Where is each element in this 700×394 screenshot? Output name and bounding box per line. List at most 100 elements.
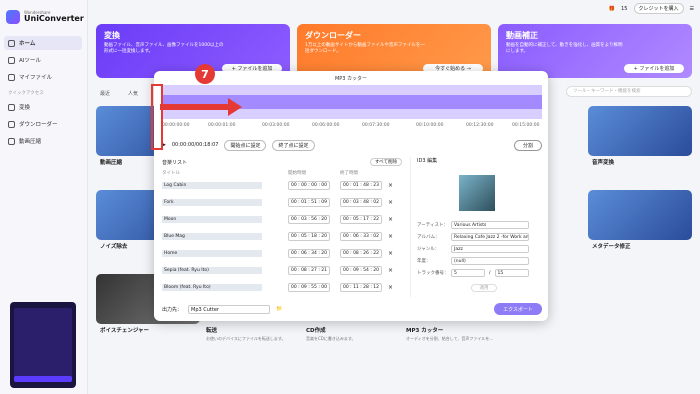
set-start-button[interactable]: 開始点に設定 bbox=[224, 139, 267, 151]
remove-icon[interactable]: × bbox=[388, 267, 393, 274]
album-cover[interactable] bbox=[459, 175, 495, 211]
start-time-input[interactable]: 00 : 05 : 18 : 20 bbox=[288, 232, 330, 241]
set-end-button[interactable]: 終了点に設定 bbox=[272, 139, 315, 151]
sidebar-item-label: AIツール bbox=[19, 58, 41, 64]
track-name: Blue Mag bbox=[162, 233, 262, 240]
card-title: 変換 bbox=[104, 31, 120, 40]
track-name: Fork bbox=[162, 199, 262, 206]
tile-metadata[interactable] bbox=[588, 190, 692, 240]
folder-icon[interactable]: 📁 bbox=[276, 306, 282, 312]
genre-select[interactable]: Jazz bbox=[451, 245, 529, 253]
gift-icon[interactable]: 🎁 bbox=[609, 6, 615, 12]
search-input[interactable]: ツール・キーワード・機能を検索 bbox=[566, 86, 692, 97]
tick-label: 00:07:30:00 bbox=[362, 123, 390, 128]
logo-icon bbox=[6, 10, 20, 24]
end-time-input[interactable]: 00 : 03 : 48 : 02 bbox=[340, 198, 382, 207]
start-time-input[interactable]: 00 : 00 : 00 : 00 bbox=[288, 181, 330, 190]
ai-icon bbox=[8, 56, 15, 64]
sidebar-item-label: ホーム bbox=[19, 41, 36, 47]
start-time-input[interactable]: 00 : 08 : 27 : 21 bbox=[288, 266, 330, 275]
tick-label: 00:00:00:00 bbox=[162, 123, 190, 128]
tutorial-arrowhead bbox=[228, 98, 242, 116]
buy-credits-button[interactable]: クレジットを購入 bbox=[633, 3, 684, 14]
track-name: Log Cabin bbox=[162, 182, 262, 189]
remove-icon[interactable]: × bbox=[388, 250, 393, 257]
download-icon bbox=[8, 120, 15, 128]
table-row[interactable]: Blue Mag 00 : 05 : 18 : 20 00 : 06 : 33 : … bbox=[162, 228, 402, 245]
promo-banner[interactable] bbox=[10, 302, 76, 388]
sidebar-item-my-files[interactable]: マイファイル bbox=[4, 70, 82, 84]
track-name: Moon bbox=[162, 216, 262, 223]
table-row[interactable]: Moon 00 : 03 : 56 : 20 00 : 05 : 17 : 22 × bbox=[162, 211, 402, 228]
tile-label: ボイスチェンジャー bbox=[100, 328, 150, 334]
end-time-input[interactable]: 00 : 11 : 28 : 12 bbox=[340, 283, 382, 292]
sidebar-item-label: マイファイル bbox=[19, 75, 53, 81]
end-time-input[interactable]: 00 : 09 : 54 : 20 bbox=[340, 266, 382, 275]
table-row[interactable]: Sepia (feat. Ryu Ito) 00 : 08 : 27 : 21 00… bbox=[162, 262, 402, 279]
remove-icon[interactable]: × bbox=[388, 199, 393, 206]
output-label: 出力先： bbox=[162, 306, 183, 313]
clear-all-button[interactable]: すべて削除 bbox=[369, 158, 402, 166]
table-row[interactable]: Fork 00 : 01 : 51 : 09 00 : 03 : 48 : 02 × bbox=[162, 194, 402, 211]
sidebar-item-compress[interactable]: 動画圧縮 bbox=[4, 134, 82, 148]
col-title: タイトル bbox=[162, 171, 180, 176]
year-field[interactable]: (null) bbox=[451, 257, 529, 265]
track-number-field[interactable]: 5 bbox=[451, 269, 485, 277]
sidebar-item-downloader[interactable]: ダウンローダー bbox=[4, 117, 82, 131]
col-start: 開始時間 bbox=[288, 171, 306, 176]
tick-label: 00:10:00:00 bbox=[416, 123, 444, 128]
remove-icon[interactable]: × bbox=[388, 284, 393, 291]
tile-label: MP3 カッター bbox=[406, 328, 444, 334]
start-time-input[interactable]: 00 : 06 : 34 : 20 bbox=[288, 249, 330, 258]
convert-icon bbox=[8, 103, 15, 111]
export-button[interactable]: エクスポート bbox=[494, 303, 542, 315]
table-row[interactable]: Log Cabin 00 : 00 : 00 : 00 00 : 01 : 48 :… bbox=[162, 177, 402, 194]
end-time-input[interactable]: 00 : 08 : 26 : 22 bbox=[340, 249, 382, 258]
table-row[interactable]: Bloom (feat. Ryu Ito) 00 : 09 : 55 : 00 00… bbox=[162, 279, 402, 296]
music-list-title: 音楽リスト bbox=[162, 159, 188, 166]
sidebar-item-home[interactable]: ホーム bbox=[4, 36, 82, 50]
track-total-field[interactable]: 15 bbox=[494, 269, 529, 277]
waveform[interactable] bbox=[162, 85, 542, 119]
tile-audio-convert[interactable] bbox=[588, 106, 692, 156]
tick-label: 00:00:01:00 bbox=[208, 123, 236, 128]
brand-name: UniConverter bbox=[24, 14, 84, 23]
album-field[interactable]: Relaxing Cafe Jazz 2 -for Work and S bbox=[451, 233, 529, 241]
start-time-input[interactable]: 00 : 09 : 55 : 00 bbox=[288, 283, 330, 292]
track-name: Bloom (feat. Ryu Ito) bbox=[162, 284, 262, 291]
remove-icon[interactable]: × bbox=[388, 233, 393, 240]
tile-desc: オーディオを分割、結合して、音声ファイルを… bbox=[406, 336, 494, 341]
remove-icon[interactable]: × bbox=[388, 182, 393, 189]
tick-label: 00:03:00:00 bbox=[262, 123, 290, 128]
apply-button[interactable]: 適用 bbox=[471, 284, 497, 292]
artist-field[interactable]: Various Artists bbox=[451, 221, 529, 229]
start-time-input[interactable]: 00 : 01 : 51 : 09 bbox=[288, 198, 330, 207]
tab-recent[interactable]: 最近 bbox=[100, 90, 110, 97]
table-row[interactable]: Home 00 : 06 : 34 : 20 00 : 08 : 26 : 22 × bbox=[162, 245, 402, 262]
remove-icon[interactable]: × bbox=[388, 216, 393, 223]
sidebar-item-ai-tools[interactable]: AIツール bbox=[4, 53, 82, 67]
sidebar: Wondershare UniConverter ホーム AIツール マイファイ… bbox=[0, 0, 88, 394]
add-file-button[interactable]: + ファイルを追加 bbox=[624, 64, 684, 73]
card-convert[interactable]: 変換 動画ファイル、音声ファイル、画像ファイルを1000以上の形式に一括変換しま… bbox=[96, 24, 290, 78]
end-time-input[interactable]: 00 : 01 : 48 : 23 bbox=[340, 181, 382, 190]
end-time-input[interactable]: 00 : 05 : 17 : 22 bbox=[340, 215, 382, 224]
menu-icon[interactable]: ☰ bbox=[690, 6, 694, 12]
card-downloader[interactable]: ダウンローダー 1万以上の動画サイトから動画ファイルや音声ファイルを一括ダウンロ… bbox=[297, 24, 491, 78]
sidebar-item-label: 動画圧縮 bbox=[19, 139, 42, 145]
time-display: 00:00:00/00:18:07 bbox=[171, 142, 219, 148]
tab-hot[interactable]: 人気 bbox=[128, 90, 138, 97]
tile-label: 音声変換 bbox=[592, 160, 615, 166]
output-folder-select[interactable]: Mp3 Cutter bbox=[188, 304, 271, 314]
sidebar-item-convert[interactable]: 変換 bbox=[4, 100, 82, 114]
split-button[interactable]: 分割 bbox=[513, 139, 542, 151]
id3-title: ID3 編集 bbox=[417, 158, 438, 164]
card-enhance[interactable]: 動画補正 動画を自動的に補正して、動きを強化し、画質をより鮮明にします。 + フ… bbox=[498, 24, 692, 78]
app-logo: Wondershare UniConverter bbox=[6, 10, 84, 24]
start-marker-highlight bbox=[151, 84, 163, 150]
tile-label: 動画圧縮 bbox=[100, 160, 123, 166]
col-end: 終了時間 bbox=[340, 171, 358, 176]
end-time-input[interactable]: 00 : 06 : 33 : 02 bbox=[340, 232, 382, 241]
home-icon bbox=[8, 39, 15, 47]
start-time-input[interactable]: 00 : 03 : 56 : 20 bbox=[288, 215, 330, 224]
